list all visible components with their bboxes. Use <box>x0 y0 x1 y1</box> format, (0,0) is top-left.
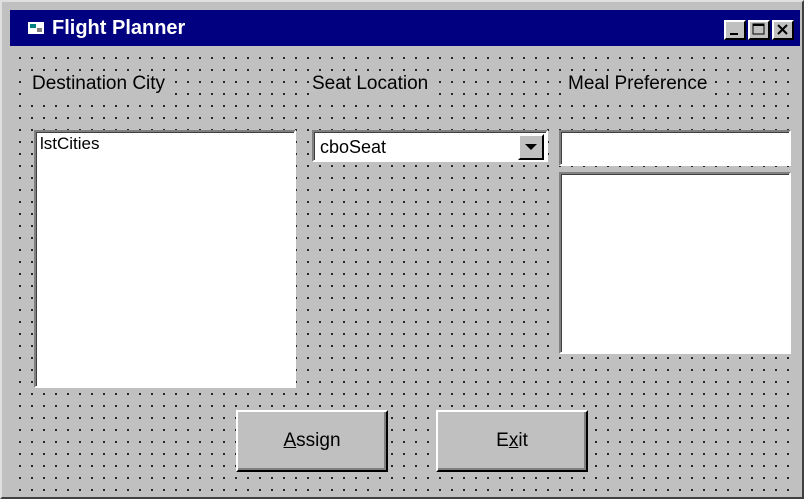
close-icon <box>777 24 788 35</box>
seat-dropdown-button[interactable] <box>518 134 544 160</box>
close-button[interactable] <box>772 20 794 40</box>
destination-label: Destination City <box>30 72 168 96</box>
form-window: Flight Planner Destination City Seat Loc… <box>0 0 804 499</box>
exit-label-pre: E <box>496 430 509 451</box>
exit-label-rest: it <box>518 430 528 451</box>
meal-listbox[interactable] <box>559 172 791 354</box>
maximize-button[interactable] <box>748 20 770 40</box>
meal-label: Meal Preference <box>566 72 710 96</box>
assign-button[interactable]: Assign <box>236 410 388 472</box>
destination-listbox[interactable]: lstCities <box>34 130 296 388</box>
dropdown-arrow-icon <box>525 144 537 150</box>
assign-label-rest: ssign <box>296 430 341 451</box>
exit-access-key: x <box>508 430 519 451</box>
meal-textbox[interactable] <box>559 130 791 166</box>
seat-combobox-value: cboSeat <box>320 137 387 157</box>
minimize-button[interactable] <box>724 20 746 40</box>
window-title: Flight Planner <box>52 17 186 39</box>
exit-button[interactable]: Exit <box>436 410 588 472</box>
seat-label: Seat Location <box>310 72 431 96</box>
title-bar[interactable]: Flight Planner <box>10 10 800 46</box>
maximize-icon <box>752 23 765 35</box>
seat-combobox[interactable]: cboSeat <box>312 130 548 162</box>
list-item[interactable]: lstCities <box>40 134 100 154</box>
app-icon <box>28 22 44 34</box>
minimize-icon <box>730 33 738 35</box>
assign-access-key: A <box>283 430 297 451</box>
form-client-area: Destination City Seat Location Meal Pref… <box>10 48 798 494</box>
